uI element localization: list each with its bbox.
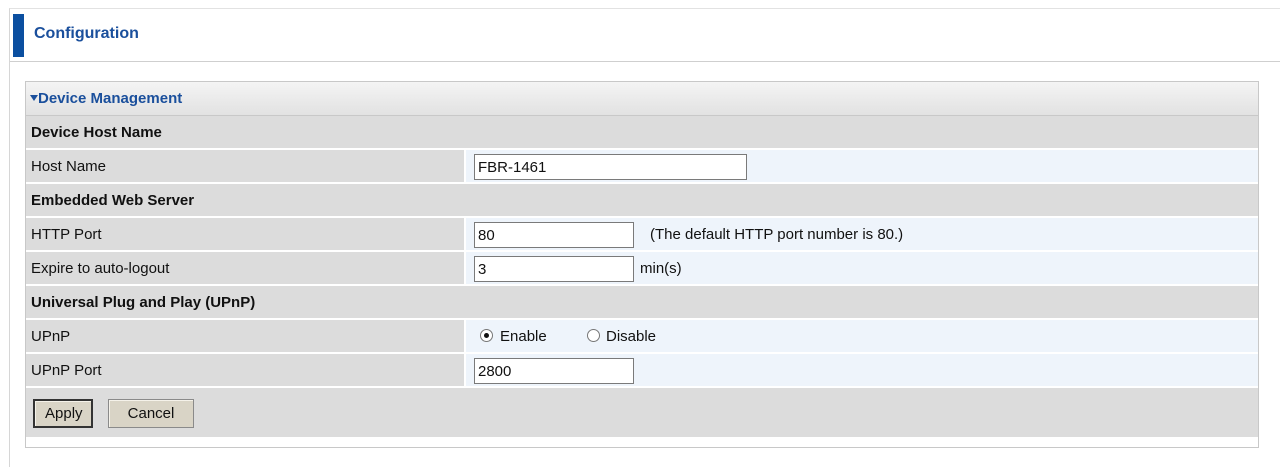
upnp-enable-radio[interactable] [480,329,493,342]
upnp-port-input[interactable] [474,358,634,384]
http-port-label: HTTP Port [31,226,102,243]
header-accent-bar [13,14,24,57]
config-header: Configuration [10,9,1280,62]
upnp-label: UPnP [31,328,71,345]
host-name-label: Host Name [31,158,107,175]
upnp-disable-radio[interactable] [587,329,600,342]
row-upnp: UPnP Enable Disable [26,320,1258,354]
label-cell: Expire to auto-logout [26,252,466,284]
row-host-name: Host Name [26,150,1258,184]
label-cell: Host Name [26,150,466,182]
section-title: Device Host Name [31,124,162,141]
section-title: Embedded Web Server [31,192,195,209]
section-device-host-name: Device Host Name [26,116,1258,150]
label-cell: UPnP [26,320,466,352]
panel-header[interactable]: Device Management [26,82,1258,116]
upnp-port-label: UPnP Port [31,362,102,379]
enable-label[interactable]: Enable [500,328,547,345]
cancel-button[interactable]: Cancel [108,399,194,428]
row-http-port: HTTP Port (The default HTTP port number … [26,218,1258,252]
label-cell: UPnP Port [26,354,466,386]
apply-button[interactable]: Apply [33,399,93,428]
section-upnp: Universal Plug and Play (UPnP) [26,286,1258,320]
section-embedded-web-server: Embedded Web Server [26,184,1258,218]
http-port-input[interactable] [474,222,634,248]
expire-unit: min(s) [640,260,682,277]
expire-input[interactable] [474,256,634,282]
label-cell: HTTP Port [26,218,466,250]
section-title: Universal Plug and Play (UPnP) [31,294,256,311]
disable-label[interactable]: Disable [606,328,656,345]
panel-title: Device Management [38,90,183,107]
row-expire-auto-logout: Expire to auto-logout min(s) [26,252,1258,286]
device-management-panel: Device Management Device Host Name Host … [25,81,1259,448]
http-port-hint: (The default HTTP port number is 80.) [650,226,904,243]
page-title: Configuration [34,25,139,42]
row-upnp-port: UPnP Port [26,354,1258,388]
host-name-input[interactable] [474,154,747,180]
button-row: Apply Cancel [26,388,1258,437]
collapse-arrow-icon[interactable] [30,95,38,101]
expire-label: Expire to auto-logout [31,260,170,277]
